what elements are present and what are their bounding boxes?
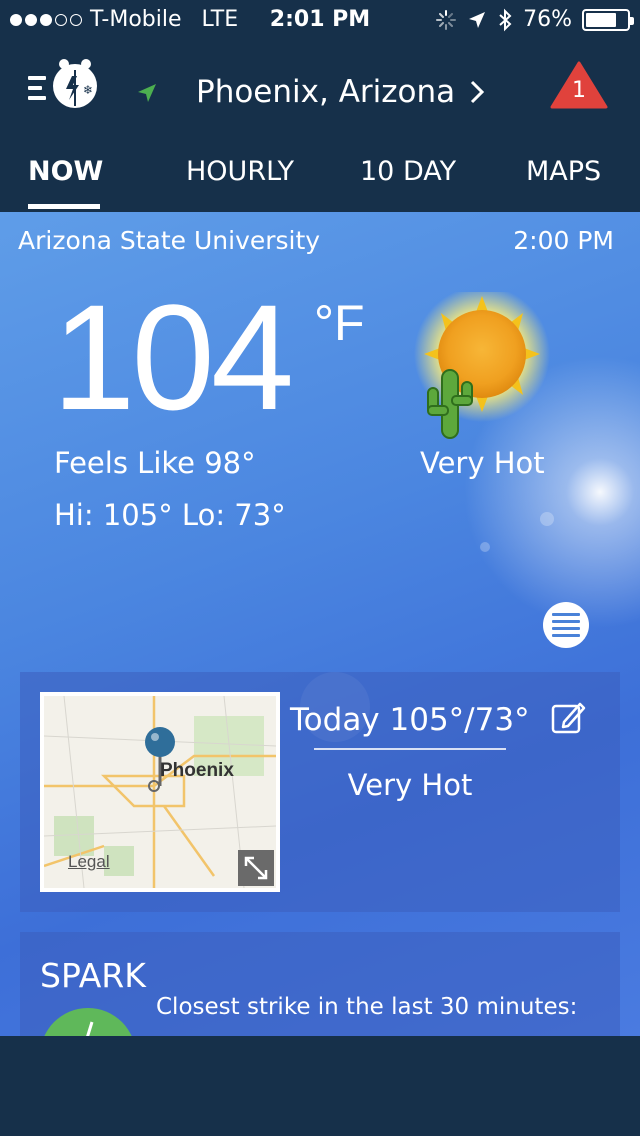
app-header: ❄ Phoenix, Arizona 1 <box>0 40 640 150</box>
spark-description: Closest strike in the last 30 minutes: <box>156 994 578 1020</box>
today-card: Phoenix Legal Today 105°/73° Very Hot <box>20 672 620 912</box>
feels-like: Feels Like 98° <box>54 446 256 480</box>
lens-flare <box>540 512 554 526</box>
location-arrow-icon <box>138 84 156 102</box>
activity-spinner-icon <box>436 9 457 30</box>
lightning-status-icon <box>40 1008 136 1036</box>
svg-text:❄: ❄ <box>83 83 93 97</box>
spark-title: SPARK <box>40 956 146 995</box>
today-summary: Today 105°/73° <box>290 702 530 738</box>
temperature-unit: °F <box>314 295 365 351</box>
tab-10-day[interactable]: 10 DAY <box>360 156 456 187</box>
today-condition: Very Hot <box>347 768 473 802</box>
spark-card[interactable]: SPARK Closest strike in the last 30 minu… <box>20 932 620 1036</box>
bluetooth-icon <box>499 8 512 31</box>
alert-button[interactable]: 1 <box>550 60 608 110</box>
location-services-icon <box>469 11 486 28</box>
status-bar: T-Mobile LTE 2:01 PM 76% <box>0 0 640 40</box>
alert-count: 1 <box>572 78 586 103</box>
lens-flare <box>480 542 490 552</box>
current-condition: Very Hot <box>420 446 545 480</box>
tab-now[interactable]: NOW <box>28 156 103 187</box>
map-city-label: Phoenix <box>160 760 234 781</box>
chevron-right-icon <box>471 80 485 104</box>
edit-icon[interactable] <box>550 700 586 736</box>
status-right: 76% <box>435 7 634 32</box>
expand-icon <box>244 856 268 880</box>
current-conditions-panel: Arizona State University 2:00 PM 104 °F … <box>0 212 640 1036</box>
station-name: Arizona State University <box>18 226 321 255</box>
expand-map-button[interactable] <box>238 850 274 886</box>
bottom-ad-area <box>0 1036 640 1136</box>
list-view-button[interactable] <box>543 602 589 648</box>
battery-icon <box>582 8 634 31</box>
menu-logo-icon[interactable]: ❄ <box>28 56 108 110</box>
active-tab-indicator <box>28 204 100 209</box>
today-divider <box>314 748 506 750</box>
tab-maps[interactable]: MAPS <box>526 156 601 187</box>
map-legal-link[interactable]: Legal <box>68 852 110 872</box>
observation-time: 2:00 PM <box>513 226 614 255</box>
hi-lo: Hi: 105° Lo: 73° <box>54 498 286 532</box>
battery-percent: 76% <box>523 7 572 32</box>
very-hot-sun-cactus-icon <box>414 292 550 439</box>
tab-hourly[interactable]: HOURLY <box>186 156 294 187</box>
location-name: Phoenix, Arizona <box>196 74 456 110</box>
location-selector[interactable]: Phoenix, Arizona <box>196 74 485 110</box>
battery-fill <box>586 12 617 27</box>
tab-bar: NOW HOURLY 10 DAY MAPS <box>0 150 640 212</box>
current-temperature: 104 <box>52 273 294 441</box>
mini-map[interactable]: Phoenix Legal <box>40 692 280 892</box>
